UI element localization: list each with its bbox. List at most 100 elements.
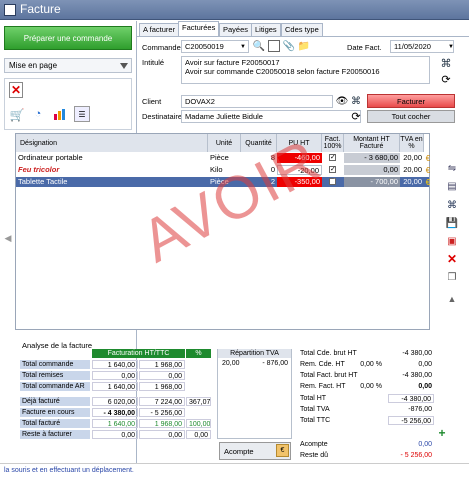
analyse-ttc: 0,00	[139, 430, 185, 439]
paperclip-icon[interactable]: 📎	[283, 40, 295, 52]
date-label: Date Fact.	[347, 43, 382, 52]
client-field[interactable]: DOVAX2	[181, 95, 333, 108]
repartition-rate: 20,00	[222, 360, 240, 367]
analyse-pct: 0,00	[186, 430, 211, 439]
analyse-ht: 0,00	[92, 371, 138, 380]
stack-icon[interactable]: ▤	[445, 180, 459, 192]
analyse-ht: - 4 380,00	[92, 408, 138, 417]
search-document-icon[interactable]: 🔍	[253, 40, 265, 52]
delete-document-icon[interactable]: ✕	[9, 82, 23, 98]
fact-checkbox[interactable]: ✓	[329, 154, 336, 161]
import-icon[interactable]: ⇋	[445, 162, 459, 174]
total-value: -876,00	[408, 406, 432, 413]
total-value: -5 256,00	[388, 416, 434, 425]
cart-icon[interactable]: 🛒	[9, 108, 25, 122]
table-row[interactable]: Ordinateur portable Pièce 8 -460,00 ✓ - …	[16, 153, 431, 163]
total-pct: 0,00 %	[360, 383, 382, 390]
total-value: 0,00	[418, 361, 432, 368]
refresh-icon[interactable]: ⟳	[350, 110, 362, 123]
tab-cdes-type[interactable]: Cdes type	[281, 23, 323, 36]
tab-a-facturer[interactable]: A facturer	[139, 23, 180, 36]
binoculars-icon[interactable]: ⌘	[350, 95, 362, 107]
col-montant[interactable]: Montant HT Facturé	[344, 134, 400, 152]
date-field[interactable]: 11/05/2020	[390, 40, 454, 53]
coins-icon[interactable]: €	[425, 165, 431, 175]
total-value: 0,00	[418, 383, 432, 390]
facturation-header: Facturation HT/TTC	[92, 349, 185, 358]
chevron-down-icon[interactable]: ▼	[240, 44, 246, 50]
total-value: -4 380,00	[402, 350, 432, 357]
intitule-line1: Avoir sur facture F20050017	[185, 58, 280, 67]
analyse-label: Total remises	[20, 371, 90, 380]
total-label: Rem. Cde. HT	[300, 361, 345, 368]
analyse-label: Facture en cours	[20, 408, 90, 417]
duplicate-icon[interactable]: ❐	[445, 271, 459, 283]
acompte-label: Acompte	[300, 441, 328, 448]
col-designation[interactable]: Désignation	[16, 134, 208, 152]
collapse-left-icon[interactable]: ◀	[5, 230, 12, 246]
binoculars-icon[interactable]: ⌘	[439, 57, 453, 70]
copy-icon[interactable]	[268, 40, 280, 52]
refresh-icon[interactable]: ⟳	[439, 73, 453, 86]
prepare-order-button[interactable]: Préparer une commande	[4, 26, 132, 50]
document-icon[interactable]: ▣	[445, 235, 459, 247]
tab-litiges[interactable]: Litiges	[251, 23, 281, 36]
plus-icon[interactable]: +	[437, 426, 447, 440]
reste-value: - 5 256,00	[400, 452, 432, 459]
analyse-pct: 100,00	[186, 419, 211, 428]
tout-cocher-button[interactable]: Tout cocher	[367, 110, 455, 123]
chevron-down-icon[interactable]	[120, 63, 128, 69]
cell-tva: 20,00	[403, 165, 422, 174]
total-label: Total TVA	[300, 406, 330, 413]
col-tva[interactable]: TVA en %	[400, 134, 424, 152]
status-bar: la souris et en effectuant un déplacemen…	[0, 463, 469, 480]
total-label: Total TTC	[300, 417, 331, 424]
layout-select[interactable]: Mise en page	[4, 58, 132, 73]
binoculars-icon[interactable]: ⌘	[445, 199, 459, 211]
fact-checkbox[interactable]: ✓	[329, 166, 336, 173]
cell-montant: - 3 680,00	[344, 153, 400, 163]
destinataire-field[interactable]: Madame Juliette Bidule	[181, 110, 361, 123]
repartition-amount: - 876,00	[262, 360, 288, 367]
eye-icon[interactable]: 👁	[336, 95, 349, 107]
destinataire-label: Destinataire	[142, 112, 183, 121]
chart-icon[interactable]	[52, 106, 68, 122]
acompte-value: 0,00	[418, 441, 432, 448]
list-icon[interactable]: ☰	[74, 106, 90, 122]
tab-payees[interactable]: Payées	[219, 23, 253, 36]
coins-icon[interactable]: €	[425, 153, 431, 163]
analyse-label: Total commande	[20, 360, 90, 369]
folder-icon[interactable]: 📁	[298, 40, 310, 52]
col-unite[interactable]: Unité	[208, 134, 241, 152]
db-clock-icon[interactable]: ◔	[30, 106, 46, 122]
arrow-up-icon[interactable]: ▲	[445, 293, 459, 305]
commande-select[interactable]: C20050019	[181, 40, 249, 53]
total-pct: 0,00 %	[360, 361, 382, 368]
intitule-field[interactable]: Avoir sur facture F20050017 Avoir sur co…	[181, 56, 430, 84]
analyse-label: Total facturé	[20, 419, 90, 428]
save-icon[interactable]: 💾	[445, 217, 459, 229]
analyse-label: Reste à facturer	[20, 430, 90, 439]
total-label: Total Cde. brut HT	[300, 350, 357, 357]
total-label: Rem. Fact. HT	[300, 383, 346, 390]
window-title: Facture	[20, 2, 61, 16]
analyse-ht: 1 640,00	[92, 360, 138, 369]
coins-icon[interactable]: €	[425, 177, 431, 187]
cell-designation: Tablette Tactile	[18, 177, 68, 186]
analyse-ttc: 7 224,00	[139, 397, 185, 406]
window-icon	[4, 4, 16, 16]
col-fact[interactable]: Fact. 100%	[322, 134, 344, 152]
client-label: Client	[142, 97, 162, 106]
analyse-ttc: - 5 256,00	[139, 408, 185, 417]
chevron-down-icon[interactable]: ▼	[448, 44, 454, 50]
intitule-label: Intitulé	[142, 58, 165, 67]
reste-label: Reste dû	[300, 452, 329, 459]
facturer-button[interactable]: Facturer	[367, 94, 455, 108]
pct-header: %	[186, 349, 211, 358]
coins-icon: €	[276, 444, 289, 457]
tab-facturees[interactable]: Facturées	[178, 21, 220, 37]
repartition-title: Répartition TVA	[218, 349, 291, 358]
delete-icon[interactable]: ✕	[445, 252, 459, 266]
analyse-label: Déjà facturé	[20, 397, 90, 406]
analyse-title: Analyse de la facture	[22, 341, 93, 350]
